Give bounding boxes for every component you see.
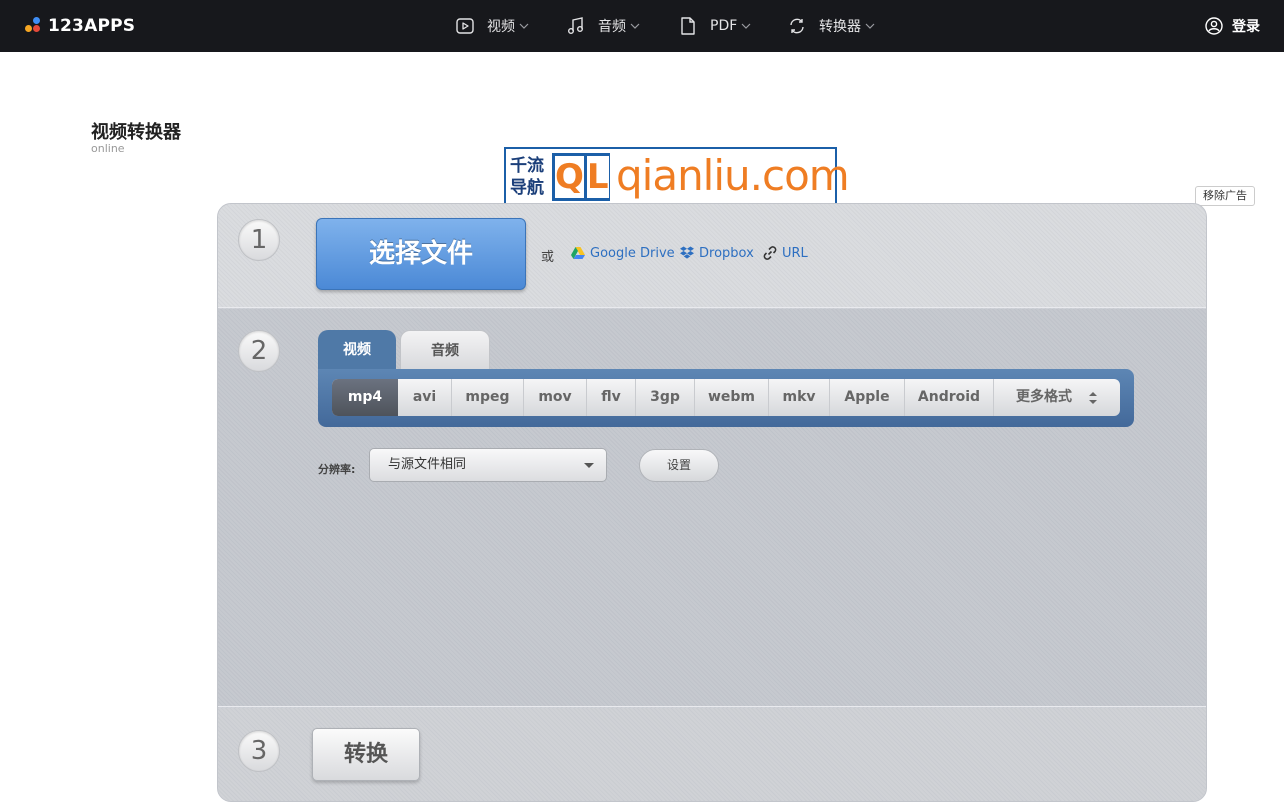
play-icon [456, 18, 474, 34]
page-subtitle: online [91, 142, 125, 155]
choose-file-button[interactable]: 选择文件 [316, 218, 526, 290]
chevron-down-icon [630, 23, 640, 29]
google-drive-link[interactable]: Google Drive [570, 245, 675, 261]
convert-icon [790, 18, 804, 34]
google-drive-label: Google Drive [590, 245, 675, 261]
chevron-down-icon [865, 23, 875, 29]
dropbox-icon [680, 246, 694, 259]
converter-panel: 1 选择文件 或 Google Drive Dropbox URL 2 视频 音… [217, 203, 1207, 802]
remove-ad-button[interactable]: 移除广告 [1195, 186, 1255, 206]
login-button[interactable]: 登录 [1204, 16, 1260, 36]
nav-pdf-label: PDF [710, 18, 738, 34]
ad-logo-letter-q: Q [555, 156, 584, 198]
user-icon [1205, 17, 1223, 35]
step-2-section: 2 视频 音频 mp4 avi mpeg mov flv 3gp webm mk… [218, 309, 1206, 707]
format-flv[interactable]: flv [587, 379, 636, 416]
step-1-section: 1 选择文件 或 Google Drive Dropbox URL [218, 204, 1206, 308]
ad-chinese-text: 千流导航 [510, 156, 544, 198]
resolution-value: 与源文件相同 [388, 457, 467, 472]
step-number: 3 [238, 730, 280, 772]
format-3gp[interactable]: 3gp [636, 379, 695, 416]
url-link[interactable]: URL [762, 245, 808, 261]
format-mkv[interactable]: mkv [769, 379, 830, 416]
document-icon [681, 17, 695, 35]
step-3-section: 3 转换 [218, 708, 1206, 801]
caret-down-icon [584, 463, 594, 468]
more-formats-button[interactable]: 更多格式 [994, 379, 1120, 416]
music-note-icon [568, 17, 583, 34]
nav-converter[interactable]: 转换器 [787, 0, 875, 52]
url-label: URL [782, 245, 808, 261]
login-label: 登录 [1232, 19, 1260, 35]
format-android[interactable]: Android [905, 379, 994, 416]
top-nav-bar: 123APPS 视频 音频 PDF 转换器 登录 [0, 0, 1284, 52]
format-webm[interactable]: webm [695, 379, 769, 416]
sort-arrows-icon [1089, 391, 1097, 404]
ad-logo-letter-l: L [586, 156, 609, 198]
nav-audio-label: 音频 [598, 19, 626, 35]
nav-pdf[interactable]: PDF [678, 0, 751, 52]
format-bar: mp4 avi mpeg mov flv 3gp webm mkv Apple … [318, 369, 1134, 427]
nav-converter-label: 转换器 [819, 19, 861, 35]
dropbox-link[interactable]: Dropbox [679, 245, 754, 261]
step-number: 1 [238, 219, 280, 261]
tab-video[interactable]: 视频 [318, 330, 396, 370]
resolution-select[interactable]: 与源文件相同 [369, 448, 607, 482]
convert-button[interactable]: 转换 [312, 728, 420, 781]
or-label: 或 [541, 250, 555, 265]
ad-domain: qianliu.com [616, 151, 850, 200]
logo-text: 123APPS [48, 16, 136, 36]
dropbox-label: Dropbox [699, 245, 754, 261]
format-mov[interactable]: mov [524, 379, 587, 416]
settings-button[interactable]: 设置 [639, 449, 719, 482]
format-mpeg[interactable]: mpeg [452, 379, 524, 416]
chevron-down-icon [741, 23, 751, 29]
chevron-down-icon [519, 23, 529, 29]
page-title: 视频转换器 [91, 122, 181, 143]
link-icon [763, 246, 777, 260]
format-apple[interactable]: Apple [830, 379, 905, 416]
nav-video[interactable]: 视频 [455, 0, 529, 52]
step-number: 2 [238, 330, 280, 372]
format-avi[interactable]: avi [398, 379, 452, 416]
ad-logo: Q L [552, 153, 610, 201]
more-formats-label: 更多格式 [1016, 389, 1072, 405]
nav-video-label: 视频 [487, 19, 515, 35]
tab-audio[interactable]: 音频 [400, 330, 490, 370]
nav-audio[interactable]: 音频 [566, 0, 640, 52]
logo-mark-icon [24, 16, 44, 36]
logo[interactable]: 123APPS [24, 15, 135, 37]
resolution-label: 分辨率: [318, 463, 356, 476]
google-drive-icon [571, 247, 585, 259]
format-mp4[interactable]: mp4 [332, 379, 398, 416]
ad-banner[interactable]: 千流导航 Q L qianliu.com [504, 147, 850, 207]
format-list: mp4 avi mpeg mov flv 3gp webm mkv Apple … [332, 379, 1120, 416]
